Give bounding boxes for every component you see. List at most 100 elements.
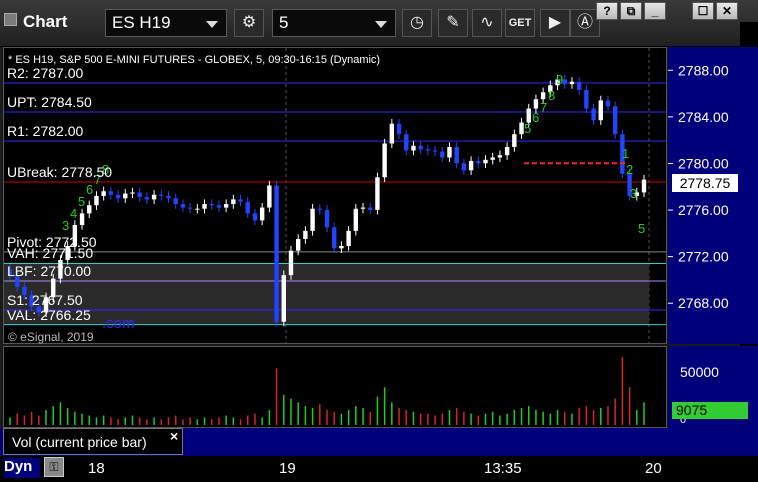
candle [346,230,351,246]
studies-button[interactable]: ∿ [472,9,502,37]
maximize-button[interactable]: ☐ [692,2,714,20]
dyn-label: Dyn [4,458,33,475]
candle [360,207,366,209]
td-count: 6 [86,182,93,197]
chart-header: * ES H19, S&P 500 E-MINI FUTURES - GLOBE… [8,54,381,66]
candle [274,185,279,322]
candle [576,81,582,90]
candle [569,81,575,85]
chevron-down-icon [375,21,387,28]
candle [317,208,322,210]
watermark-com: .com [102,315,135,332]
volume-chart[interactable] [4,347,667,428]
candle [418,145,423,150]
td-count: 5 [638,221,645,236]
symbol-value: ES H19 [112,13,171,32]
volume-legend[interactable]: Vol (current price bar) [3,428,183,455]
restore-button[interactable]: ⧉ [620,2,642,20]
symbol-select[interactable]: ES H19 [105,9,227,37]
link-icon: Ⓐ [576,14,593,31]
get-label: GET [508,17,532,29]
td-count: 8 [548,88,555,103]
level-label: R1: 2782.00 [7,123,84,140]
window-icon [4,13,17,26]
candle [173,198,178,205]
candle [231,199,236,205]
candle [476,160,481,164]
interval-select[interactable]: 5 [272,9,396,37]
lock-icon[interactable]: ⚿ [44,457,64,477]
play-icon: ▶ [548,14,562,31]
close-button[interactable]: ✕ [716,2,738,20]
price-chart[interactable]: 345678567891235 [4,48,667,344]
gear-icon: ⚙ [241,14,257,31]
legend-close-icon[interactable]: × [170,428,178,444]
minimize-icon: _ [651,4,659,18]
price-axis-svg: 2788.00 2784.00 2780.00 2776.00 2772.00 2768.… [668,62,729,311]
candle [411,145,416,151]
minimize-button[interactable]: _ [644,2,666,20]
price-axis[interactable]: 2788.00 2784.00 2780.00 2776.00 2772.00 2768.… [668,47,758,344]
app-title[interactable]: Chart [4,12,67,32]
candle [512,134,517,147]
settings-button[interactable]: ⚙ [234,9,264,37]
candle [310,208,315,231]
td-count: 5 [78,194,85,209]
price-panel[interactable]: 345678567891235 [3,47,667,344]
candle [533,99,539,109]
candle [432,150,438,152]
candle [324,209,330,228]
candle [504,147,510,156]
td-count: 9 [556,72,563,87]
candle [238,199,243,202]
candle [584,89,589,109]
volume-tick-50000: 50000 [680,364,719,380]
candle [187,207,193,209]
clock-icon: ◷ [410,14,424,31]
price-tick-label: 2772.00 [678,249,729,265]
help-button[interactable]: ? [596,2,618,20]
candle [79,213,85,226]
time-label-1335: 13:35 [484,460,522,477]
interval-value: 5 [279,13,289,32]
candle [332,227,337,249]
candle [454,147,459,164]
candle [447,147,452,158]
candle [375,177,380,210]
candle [166,195,171,199]
level-label: VAL: 2766.25 [7,306,91,323]
candle [339,246,344,249]
price-tick-label: 2776.00 [678,202,729,218]
candle [101,191,106,196]
candle [123,193,128,199]
candle [483,159,488,164]
studies-icon: ∿ [480,14,494,31]
td-count: 2 [626,162,633,177]
play-button[interactable]: ▶ [540,9,570,37]
candle [303,230,308,240]
td-count: 3 [62,218,69,233]
candle [151,194,157,200]
td-count: 3 [630,186,637,201]
candle [288,250,294,276]
maximize-icon: ☐ [697,4,709,18]
dynamic-mode-button[interactable]: Dyn [4,458,40,478]
candle [144,197,150,200]
candle [252,213,258,221]
get-data-button[interactable]: GET [505,9,535,37]
td-count: 5 [524,121,531,136]
draw-button[interactable]: ✎ [438,9,468,37]
candle [267,185,272,208]
app-title-text: Chart [23,12,68,31]
candle [295,239,301,251]
price-tick-label: 2784.00 [678,109,729,125]
time-template-button[interactable]: ◷ [402,9,432,37]
candle [180,204,186,208]
candle [353,208,359,231]
td-count: 1 [622,146,629,161]
price-tick-label: 2780.00 [678,155,729,171]
candle [425,149,431,151]
candle [605,100,611,107]
candle [389,123,395,144]
volume-panel[interactable] [3,346,667,428]
